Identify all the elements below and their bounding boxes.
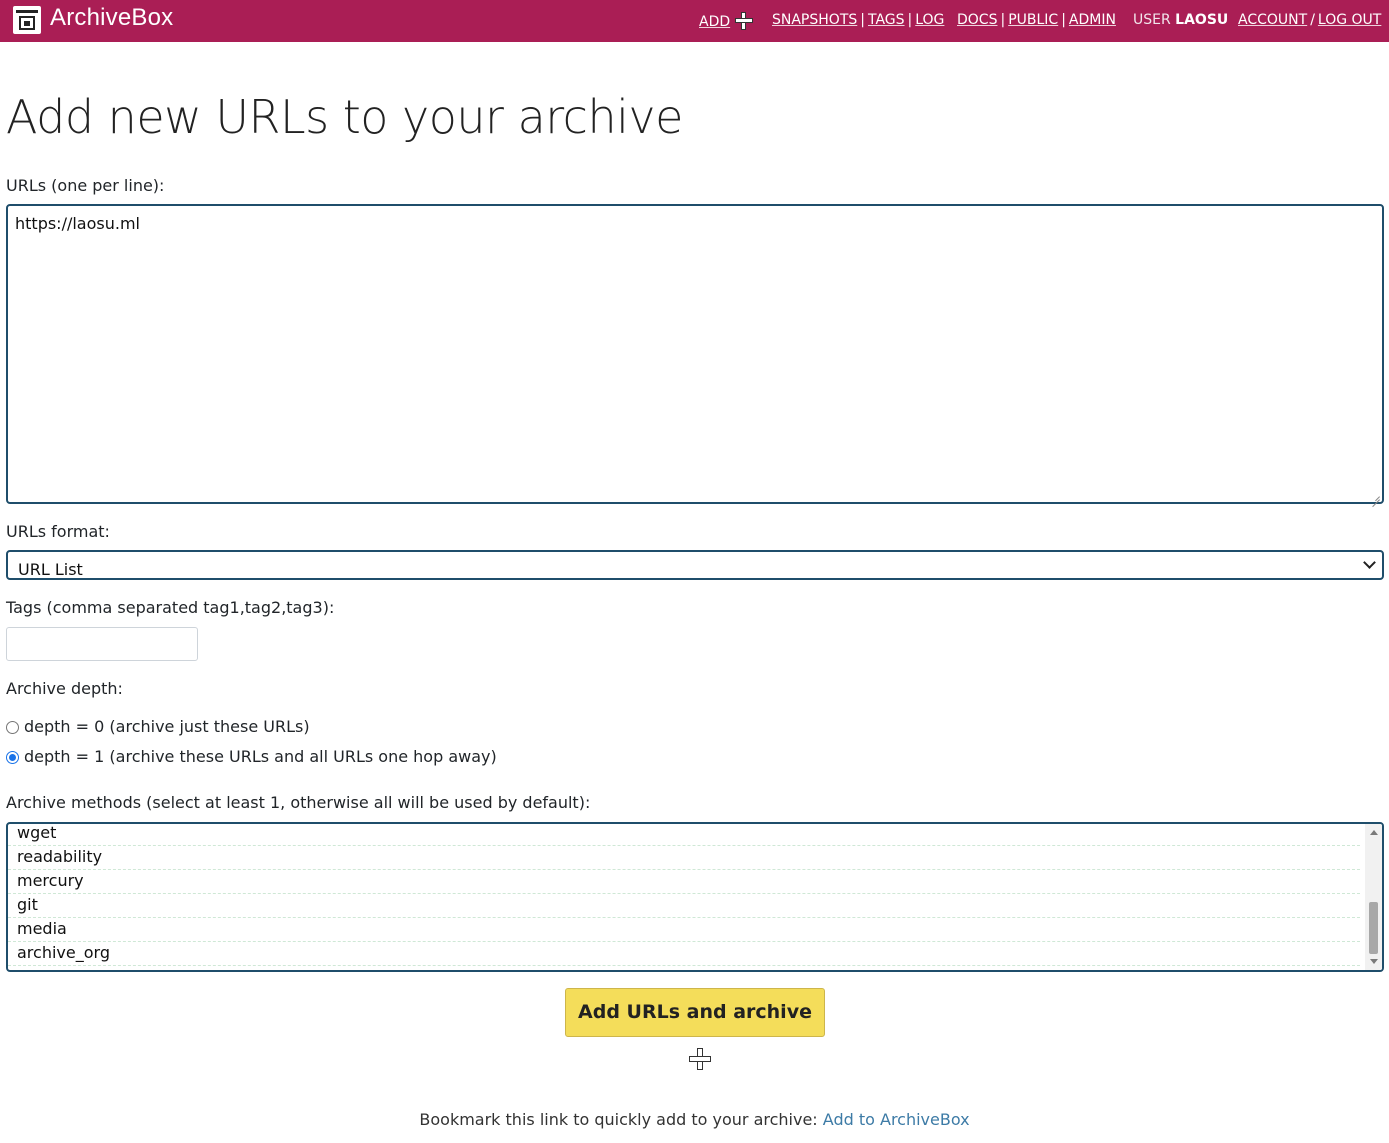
depth-option-0[interactable]: depth = 0 (archive just these URLs): [6, 717, 310, 736]
depth-1-label: depth = 1 (archive these URLs and all UR…: [24, 747, 497, 766]
format-label: URLs format:: [6, 522, 110, 541]
tags-input[interactable]: [6, 627, 198, 661]
listbox-scrollbar[interactable]: [1365, 824, 1382, 970]
method-option[interactable]: media: [8, 918, 1360, 942]
method-option[interactable]: mercury: [8, 870, 1360, 894]
nav-docs-link[interactable]: DOCS: [957, 12, 997, 28]
nav-snapshots-link[interactable]: SNAPSHOTS: [772, 12, 857, 28]
depth-0-label: depth = 0 (archive just these URLs): [24, 717, 310, 736]
plus-icon: [735, 12, 754, 30]
method-option[interactable]: wget: [8, 824, 1360, 846]
brand-name[interactable]: ArchiveBox: [50, 4, 173, 32]
method-option[interactable]: readability: [8, 846, 1360, 870]
top-navbar: ArchiveBox ADD SNAPSHOTS | TAGS | LOG DOCS | P…: [0, 0, 1389, 42]
urls-format-value: URL List: [18, 560, 83, 579]
bookmark-footer: Bookmark this link to quickly add to you…: [0, 1110, 1389, 1129]
nav-docs-group: DOCS | PUBLIC | ADMIN: [957, 12, 1116, 28]
username: LAOSU: [1175, 12, 1229, 28]
resize-handle-icon[interactable]: [1370, 490, 1380, 500]
nav-public-link[interactable]: PUBLIC: [1008, 12, 1058, 28]
depth-0-radio[interactable]: [6, 721, 19, 734]
user-prefix: USER: [1133, 12, 1171, 28]
submit-button[interactable]: Add URLs and archive: [565, 988, 825, 1070]
urls-label: URLs (one per line):: [6, 176, 165, 195]
chevron-down-icon: [1363, 556, 1376, 569]
scroll-up-arrow-icon[interactable]: [1370, 830, 1378, 835]
nav-user-info: USER LAOSU: [1133, 12, 1228, 28]
bookmark-text: Bookmark this link to quickly add to you…: [419, 1110, 818, 1129]
scroll-down-arrow-icon[interactable]: [1370, 959, 1378, 964]
scrollbar-thumb[interactable]: [1369, 902, 1378, 954]
urls-textarea-value: https://laosu.ml: [15, 214, 140, 233]
method-option[interactable]: git: [8, 894, 1360, 918]
depth-label: Archive depth:: [6, 679, 123, 698]
nav-account-group: ACCOUNT / LOG OUT: [1238, 12, 1382, 28]
depth-1-radio[interactable]: [6, 751, 19, 764]
method-option[interactable]: archive_org: [8, 942, 1360, 966]
tags-label: Tags (comma separated tag1,tag2,tag3):: [6, 598, 335, 617]
archive-methods-listbox[interactable]: wget readability mercury git media archi…: [6, 822, 1384, 972]
nav-account-link[interactable]: ACCOUNT: [1238, 12, 1307, 28]
nav-log-link[interactable]: LOG: [915, 12, 944, 28]
nav-admin-link[interactable]: ADMIN: [1069, 12, 1116, 28]
archivebox-logo-icon[interactable]: [13, 6, 41, 34]
depth-option-1[interactable]: depth = 1 (archive these URLs and all UR…: [6, 747, 497, 766]
urls-textarea[interactable]: https://laosu.ml: [6, 204, 1384, 504]
bookmarklet-link[interactable]: Add to ArchiveBox: [823, 1110, 970, 1129]
nav-tags-link[interactable]: TAGS: [868, 12, 905, 28]
page-title: Add new URLs to your archive: [6, 90, 683, 144]
nav-add-group: ADD: [699, 12, 754, 30]
nav-logout-link[interactable]: LOG OUT: [1318, 12, 1381, 28]
urls-format-select[interactable]: URL List: [6, 550, 1384, 580]
methods-label: Archive methods (select at least 1, othe…: [6, 793, 591, 812]
nav-add-link[interactable]: ADD: [699, 14, 730, 30]
submit-button-label: Add URLs and archive: [578, 1001, 812, 1023]
nav-snapshots-group: SNAPSHOTS | TAGS | LOG: [772, 12, 945, 28]
plus-icon: [689, 1048, 711, 1070]
